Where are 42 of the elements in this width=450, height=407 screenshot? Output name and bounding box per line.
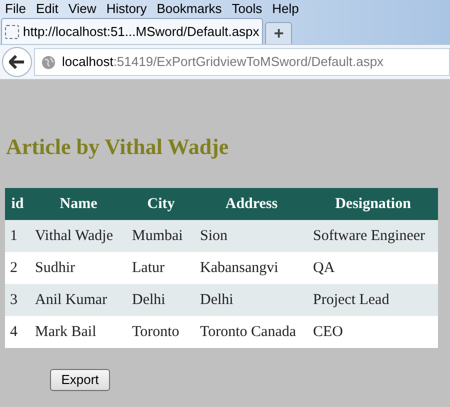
table-cell: Delhi: [127, 284, 195, 316]
address-text: localhost:51419/ExPortGridviewToMSword/Default.aspx: [62, 53, 384, 72]
table-cell: CEO: [308, 316, 438, 348]
table-cell: 1: [5, 220, 30, 252]
table-cell: 2: [5, 252, 30, 284]
table-cell: Toronto Canada: [195, 316, 308, 348]
address-field[interactable]: localhost:51419/ExPortGridviewToMSword/Default.aspx: [34, 48, 450, 76]
page-icon: [5, 24, 19, 38]
page-heading: Article by Vithal Wadje: [6, 133, 229, 161]
menu-item[interactable]: File: [0, 0, 31, 18]
table-cell: Mumbai: [127, 220, 195, 252]
column-header: id: [5, 188, 30, 220]
back-button[interactable]: [2, 47, 32, 77]
table-cell: Latur: [127, 252, 195, 284]
export-button[interactable]: Export: [50, 369, 110, 391]
menu-item[interactable]: History: [101, 0, 152, 18]
menu-item[interactable]: Bookmarks: [152, 0, 227, 18]
table-cell: Kabansangvi: [195, 252, 308, 284]
table-cell: Vithal Wadje: [30, 220, 127, 252]
column-header: Designation: [308, 188, 438, 220]
back-arrow-icon: [9, 55, 25, 69]
table-cell: Delhi: [195, 284, 308, 316]
table-cell: Sion: [195, 220, 308, 252]
menu-item[interactable]: Help: [267, 0, 304, 18]
table-cell: Toronto: [127, 316, 195, 348]
table-cell: Software Engineer: [308, 220, 438, 252]
browser-tab[interactable]: http://localhost:51...MSword/Default.aspx: [1, 18, 264, 44]
table-cell: Project Lead: [308, 284, 438, 316]
table-cell: QA: [308, 252, 438, 284]
table-cell: Sudhir: [30, 252, 127, 284]
table-cell: 4: [5, 316, 30, 348]
globe-icon: [41, 54, 56, 70]
column-header: Address: [195, 188, 308, 220]
menu-item[interactable]: Tools: [226, 0, 268, 18]
menu-item[interactable]: Edit: [30, 0, 64, 18]
table-cell: 3: [5, 284, 30, 316]
table-cell: Anil Kumar: [30, 284, 127, 316]
table-cell: Mark Bail: [30, 316, 127, 348]
menu-item[interactable]: View: [63, 0, 102, 18]
column-header: City: [127, 188, 195, 220]
column-header: Name: [30, 188, 127, 220]
new-tab-button[interactable]: +: [265, 22, 292, 44]
